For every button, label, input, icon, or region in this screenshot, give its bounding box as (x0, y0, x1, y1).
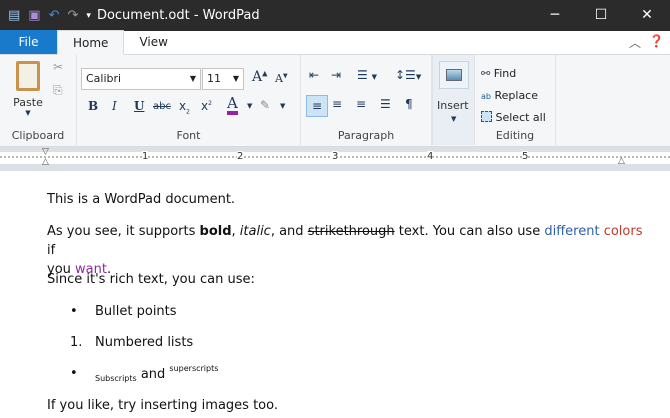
help-icon[interactable]: ❓ (649, 34, 664, 51)
font-color-icon[interactable]: A (227, 95, 238, 115)
shrink-font-icon[interactable]: A▼ (275, 72, 288, 85)
title-bar: ▤ ▣ ↶ ↷ ▾ Document.odt - WordPad ─ ☐ ✕ (0, 0, 670, 31)
highlight-icon[interactable]: ✎ (260, 98, 270, 112)
customize-quick-access-icon[interactable]: ▾ (86, 11, 91, 21)
paragraph-group: ⇤ ⇥ ☰ ▼ ↕☰▼ ≡ ≡ ≡ ☰ ¶ Paragraph (301, 55, 432, 145)
font-color-dropdown-icon[interactable]: ▼ (247, 102, 252, 110)
ribbon: Paste ▼ ✂ ⎘ Clipboard Calibri▼ 11▼ A▲ A▼… (0, 55, 670, 147)
select-all-button[interactable]: Select all (481, 111, 546, 124)
grow-font-icon[interactable]: A▲ (252, 69, 268, 85)
font-size-select[interactable]: 11▼ (202, 68, 244, 90)
select-all-label: Select all (496, 111, 546, 124)
list-item-text: Numbered lists (95, 335, 193, 350)
list-item-text: Bullet points (95, 304, 177, 319)
copy-icon[interactable]: ⎘ (53, 83, 63, 98)
decrease-indent-icon[interactable]: ⇤ (309, 68, 319, 82)
insert-group[interactable]: Insert ▼ (432, 55, 475, 145)
justify-icon[interactable]: ☰ (380, 97, 391, 111)
align-center-icon[interactable]: ≡ (332, 97, 342, 111)
maximize-button[interactable]: ☐ (578, 0, 624, 31)
ruler-mark: 2 (237, 151, 243, 162)
bullet-list-icon[interactable]: ☰ ▼ (357, 68, 377, 82)
save-icon[interactable]: ▣ (28, 8, 40, 23)
superscript-icon[interactable]: x2 (201, 99, 212, 113)
font-size-value: 11 (207, 72, 221, 85)
minimize-button[interactable]: ─ (532, 0, 578, 31)
document-area[interactable]: This is a WordPad document. As you see, … (0, 186, 670, 418)
font-family-select[interactable]: Calibri▼ (81, 68, 201, 90)
list-number: 1. (70, 335, 82, 350)
binoculars-icon: ⚯ (481, 67, 490, 80)
clipboard-icon (16, 61, 40, 91)
font-family-value: Calibri (86, 72, 121, 85)
list-item: • (70, 304, 78, 319)
right-indent-marker[interactable]: △ (618, 156, 625, 166)
replace-label: Replace (494, 89, 538, 102)
subscript-icon[interactable]: x2 (179, 99, 190, 115)
paragraph-settings-icon[interactable]: ¶ (405, 97, 413, 111)
bold-icon[interactable]: B (88, 99, 98, 113)
find-label: Find (494, 67, 517, 80)
highlight-dropdown-icon[interactable]: ▼ (280, 102, 285, 110)
strikethrough-icon[interactable]: abc (153, 101, 171, 112)
paste-button[interactable]: Paste ▼ (8, 59, 48, 117)
insert-picture-icon (439, 61, 469, 89)
font-group: Calibri▼ 11▼ A▲ A▼ B I U abc x2 x2 A ▼ ✎… (77, 55, 301, 145)
align-right-icon[interactable]: ≡ (356, 97, 366, 111)
paragraph: If you like, try inserting images too. (47, 398, 278, 413)
replace-button[interactable]: ab Replace (481, 89, 538, 102)
select-all-icon (481, 111, 492, 122)
ruler-mark: 4 (427, 151, 433, 162)
insert-dropdown-icon: ▼ (451, 115, 456, 123)
insert-label: Insert (437, 99, 469, 112)
hanging-indent-marker[interactable]: △ (42, 157, 49, 167)
ribbon-tabs: File Home View ︿ ❓ (0, 31, 670, 55)
left-indent-marker[interactable]: ▽ (42, 147, 49, 157)
cut-icon[interactable]: ✂ (53, 60, 63, 74)
ruler[interactable]: 1 2 3 4 5 ▽ △ △ (0, 147, 670, 171)
window-title: Document.odt - WordPad (97, 8, 260, 23)
paragraph-group-label: Paragraph (301, 129, 431, 142)
paragraph: This is a WordPad document. (47, 192, 235, 207)
redo-icon[interactable]: ↷ (68, 8, 79, 23)
ruler-mark: 3 (332, 151, 338, 162)
paragraph: Since it's rich text, you can use: (47, 272, 255, 287)
list-item: • (70, 366, 78, 381)
editing-group: ⚯ Find ab Replace Select all Editing (475, 55, 556, 145)
clipboard-group: Paste ▼ ✂ ⎘ Clipboard (0, 55, 77, 145)
clipboard-group-label: Clipboard (0, 129, 76, 142)
italic-icon[interactable]: I (112, 99, 117, 113)
paragraph: As you see, it supports bold, italic, an… (47, 222, 647, 279)
tab-view[interactable]: View (124, 30, 182, 54)
line-spacing-icon[interactable]: ↕☰▼ (395, 68, 421, 82)
find-button[interactable]: ⚯ Find (481, 67, 516, 80)
underline-icon[interactable]: U (134, 99, 144, 113)
align-left-icon[interactable]: ≡ (306, 95, 328, 117)
collapse-ribbon-icon[interactable]: ︿ (629, 34, 641, 51)
undo-icon[interactable]: ↶ (49, 8, 60, 23)
close-button[interactable]: ✕ (624, 0, 670, 31)
tab-home[interactable]: Home (57, 30, 124, 55)
increase-indent-icon[interactable]: ⇥ (331, 68, 341, 82)
ruler-mark: 1 (142, 151, 148, 162)
font-group-label: Font (77, 129, 300, 142)
ruler-mark: 5 (522, 151, 528, 162)
list-item-text: Subscripts and superscripts (95, 364, 218, 383)
replace-icon: ab (481, 92, 491, 101)
paste-label: Paste (8, 96, 48, 109)
tab-file[interactable]: File (0, 30, 57, 54)
wordpad-app-icon: ▤ (8, 8, 20, 23)
editing-group-label: Editing (475, 129, 555, 142)
